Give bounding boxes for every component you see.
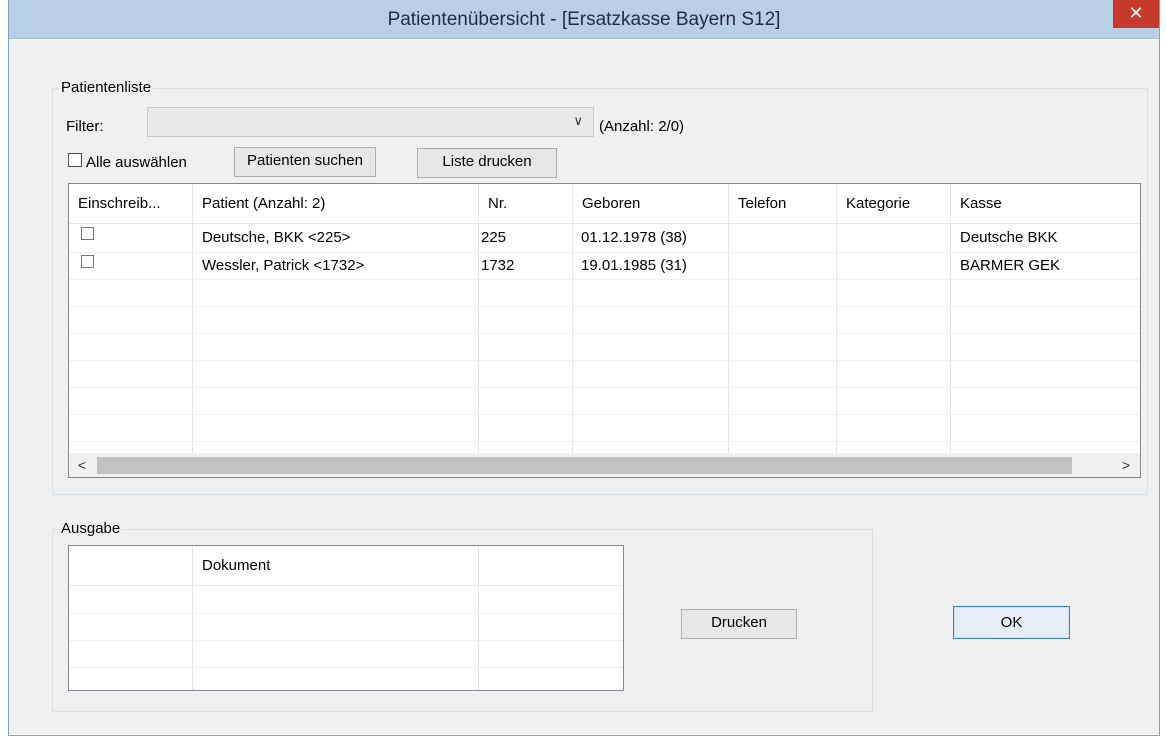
column-header-telefon[interactable]: Telefon [729, 184, 837, 224]
grid-divider [69, 667, 623, 668]
horizontal-scrollbar[interactable]: < > [69, 453, 1140, 477]
filter-label: Filter: [66, 118, 104, 135]
row-enroll-checkbox[interactable] [81, 227, 94, 240]
grid-divider [478, 224, 479, 454]
column-header-nr[interactable]: Nr. [479, 184, 573, 224]
output-table-header: Dokument [69, 546, 623, 586]
grid-divider [836, 224, 837, 454]
column-header-patient[interactable]: Patient (Anzahl: 2) [193, 184, 479, 224]
count-text: (Anzahl: 2/0) [599, 118, 685, 135]
output-document-table[interactable]: Dokument [68, 545, 624, 691]
grid-divider [192, 224, 193, 454]
close-button[interactable]: ✕ [1113, 0, 1159, 28]
column-header-dokument[interactable]: Dokument [193, 546, 479, 586]
print-list-button[interactable]: Liste drucken [417, 148, 557, 178]
scroll-right-icon[interactable]: > [1116, 455, 1136, 475]
filter-combobox[interactable]: ∨ [147, 107, 594, 137]
row-enroll-checkbox[interactable] [81, 255, 94, 268]
ok-button[interactable]: OK [953, 606, 1070, 639]
cell-kasse: BARMER GEK [960, 257, 1061, 274]
cell-patient: Wessler, Patrick <1732> [202, 257, 365, 274]
grid-divider [69, 306, 1140, 307]
grid-divider [69, 613, 623, 614]
select-all-checkbox[interactable] [68, 153, 82, 167]
column-header-kategorie[interactable]: Kategorie [837, 184, 951, 224]
search-patients-button[interactable]: Patienten suchen [234, 147, 376, 177]
select-all-label[interactable]: Alle auswählen [86, 154, 187, 172]
patient-table-header: Einschreib... Patient (Anzahl: 2) Nr. Ge… [69, 184, 1140, 224]
cell-kasse: Deutsche BKK [960, 229, 1058, 246]
column-header-extra[interactable] [479, 546, 623, 586]
dialog-window: Patientenübersicht - [Ersatzkasse Bayern… [8, 0, 1160, 736]
cell-nr: 225 [481, 229, 507, 246]
grid-divider [69, 279, 1140, 280]
grid-divider [69, 640, 623, 641]
group-label-ausgabe: Ausgabe [59, 520, 123, 538]
column-header-geboren[interactable]: Geboren [573, 184, 729, 224]
window-title: Patientenübersicht - [Ersatzkasse Bayern… [387, 9, 781, 30]
dialog-client-area: Patientenliste Filter: ∨ (Anzahl: 2/0) A… [9, 40, 1159, 734]
grid-divider [69, 360, 1140, 361]
cell-geboren: 01.12.1978 (38) [581, 229, 687, 246]
cell-patient: Deutsche, BKK <225> [202, 229, 351, 246]
grid-divider [950, 224, 951, 454]
chevron-down-icon: ∨ [573, 113, 583, 128]
column-header-einschreibung[interactable]: Einschreib... [69, 184, 193, 224]
patient-table[interactable]: Einschreib... Patient (Anzahl: 2) Nr. Ge… [68, 183, 1141, 478]
title-bar[interactable]: Patientenübersicht - [Ersatzkasse Bayern… [9, 0, 1159, 39]
scrollbar-thumb[interactable] [97, 457, 1072, 474]
close-icon: ✕ [1128, 3, 1144, 23]
grid-divider [69, 252, 1140, 253]
grid-divider [69, 414, 1140, 415]
grid-divider [69, 333, 1140, 334]
grid-divider [572, 224, 573, 454]
cell-geboren: 19.01.1985 (31) [581, 257, 687, 274]
scroll-left-icon[interactable]: < [72, 455, 92, 475]
print-button[interactable]: Drucken [681, 609, 797, 639]
column-header-kasse[interactable]: Kasse [951, 184, 1140, 224]
column-header-blank[interactable] [69, 546, 193, 586]
grid-divider [69, 441, 1140, 442]
cell-nr: 1732 [481, 257, 515, 274]
grid-divider [69, 387, 1140, 388]
grid-divider [192, 586, 193, 690]
grid-divider [728, 224, 729, 454]
grid-divider [478, 586, 479, 690]
group-label-patientenliste: Patientenliste [59, 79, 154, 97]
